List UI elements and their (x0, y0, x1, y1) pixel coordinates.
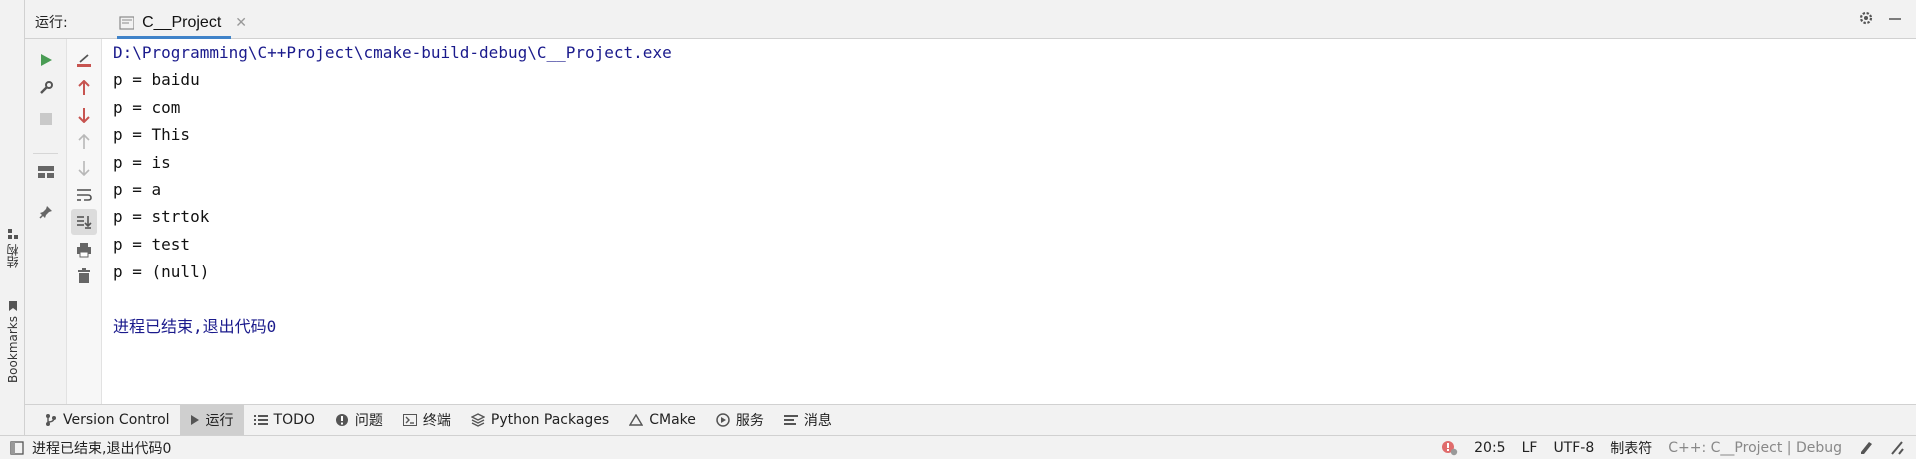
structure-tab-label: 结构 (6, 244, 20, 268)
tab-version-control[interactable]: Version Control (35, 405, 180, 435)
tab-label: 运行 (205, 413, 234, 429)
layout-button[interactable] (33, 159, 59, 185)
branch-icon (46, 414, 56, 426)
structure-tab[interactable]: 结构 (2, 228, 23, 268)
stop-icon (39, 113, 52, 125)
console-line: p = strtok (113, 207, 210, 226)
previous-occurrence-button[interactable] (71, 75, 97, 101)
arrow-down-icon (78, 161, 90, 176)
read-only-toggle-icon[interactable] (1858, 440, 1874, 456)
run-toolbar-primary (25, 39, 67, 404)
console-line: p = test (113, 235, 191, 254)
bookmarks-tab-label: Bookmarks (5, 316, 20, 384)
tab-run[interactable]: 运行 (179, 405, 244, 435)
bookmarks-tab[interactable]: Bookmarks (2, 300, 23, 383)
tab-label: CMake (649, 412, 696, 428)
caret-position[interactable]: 20:5 (1474, 440, 1505, 456)
rerun-button[interactable] (33, 47, 59, 73)
console-exit-message: 进程已结束,退出代码0 (113, 317, 277, 336)
status-bar: 进程已结束,退出代码0 20:5 LF UTF-8 制表符 C++: C__Pr… (0, 435, 1916, 459)
tab-label: 消息 (803, 413, 832, 429)
list-icon (253, 415, 268, 425)
tab-label: 问题 (354, 413, 383, 429)
arrow-up-icon (78, 134, 90, 149)
console-line: p = baidu (113, 70, 200, 89)
terminal-icon (402, 414, 417, 426)
tab-problems[interactable]: 问题 (325, 405, 393, 435)
console-output[interactable]: D:\Programming\C++Project\cmake-build-de… (103, 39, 1916, 404)
arrow-up-red-icon (78, 80, 90, 95)
info-icon (335, 414, 348, 426)
printer-icon (77, 243, 91, 258)
tool-window-tabs: Version Control 运行 TODO 问题 终端 Python Pac… (25, 404, 1916, 435)
wrench-icon (39, 81, 53, 94)
console-line: p = com (113, 98, 181, 117)
tab-label: 终端 (422, 413, 451, 429)
messages-icon (783, 415, 798, 425)
triangle-icon (629, 414, 644, 426)
arrow-down-red-icon (78, 108, 90, 123)
pin-icon (38, 206, 52, 219)
settings-gear-icon[interactable] (1858, 10, 1874, 31)
build-context[interactable]: C++: C__Project | Debug (1668, 440, 1842, 456)
soft-wrap-button[interactable] (71, 182, 97, 208)
stop-button[interactable] (33, 106, 59, 132)
print-button[interactable] (71, 237, 97, 263)
bookmark-icon (8, 301, 17, 311)
broom-icon (77, 54, 91, 67)
tab-label: 服务 (735, 413, 764, 429)
tab-messages[interactable]: 消息 (774, 405, 842, 435)
ide-window: 结构 Bookmarks 运行: C__Project ✕ D:\Program… (0, 0, 1916, 459)
file-encoding[interactable]: UTF-8 (1553, 440, 1594, 456)
tab-services[interactable]: 服务 (706, 405, 774, 435)
tab-terminal[interactable]: 终端 (393, 405, 461, 435)
play-icon (190, 415, 199, 425)
run-config-tab-title: C__Project (142, 13, 222, 31)
console-executable-path[interactable]: D:\Programming\C++Project\cmake-build-de… (113, 43, 672, 63)
tab-label: TODO (273, 412, 315, 428)
tab-cmake[interactable]: CMake (619, 405, 706, 435)
run-tool-window-header: 运行: C__Project ✕ (25, 0, 1916, 39)
scroll-up-button[interactable] (71, 129, 97, 155)
line-separator[interactable]: LF (1522, 440, 1538, 456)
run-config-tab[interactable]: C__Project ✕ (95, 6, 247, 39)
scroll-to-end-icon (77, 216, 92, 229)
trash-icon (78, 268, 90, 283)
tab-todo[interactable]: TODO (244, 405, 325, 435)
console-line: p = is (113, 153, 171, 172)
indent-setting[interactable]: 制表符 (1610, 438, 1652, 458)
soft-wrap-icon (77, 189, 92, 201)
services-icon (716, 413, 730, 427)
delete-button[interactable] (71, 263, 97, 289)
next-occurrence-button[interactable] (71, 102, 97, 128)
console-line: p = a (113, 180, 162, 199)
left-tool-stripe: 结构 Bookmarks (0, 0, 25, 435)
scroll-to-end-button[interactable] (71, 209, 97, 235)
pin-button[interactable] (33, 199, 59, 225)
clear-console-button[interactable] (71, 47, 97, 73)
memory-indicator-icon[interactable] (1890, 440, 1904, 456)
console-tab-icon (119, 15, 135, 30)
structure-icon (7, 229, 18, 239)
run-label: 运行: (35, 15, 68, 31)
tab-label: Python Packages (490, 412, 610, 428)
console-line: p = (null) (113, 262, 210, 281)
layers-icon (470, 413, 485, 427)
close-tab-icon[interactable]: ✕ (235, 14, 247, 31)
edit-config-button[interactable] (33, 75, 59, 101)
run-toolbar-console (67, 39, 102, 404)
toolbar-separator (33, 153, 58, 154)
error-notification-icon[interactable] (1440, 440, 1458, 456)
scroll-down-button[interactable] (71, 155, 97, 181)
console-line: p = This (113, 125, 191, 144)
toggle-tool-windows-icon[interactable] (10, 440, 24, 455)
tab-label: Version Control (63, 412, 170, 428)
layout-icon (37, 166, 54, 178)
status-message[interactable]: 进程已结束,退出代码0 (32, 438, 171, 458)
play-icon (40, 54, 52, 66)
hide-panel-icon[interactable] (1888, 11, 1902, 30)
tab-python-packages[interactable]: Python Packages (461, 405, 619, 435)
